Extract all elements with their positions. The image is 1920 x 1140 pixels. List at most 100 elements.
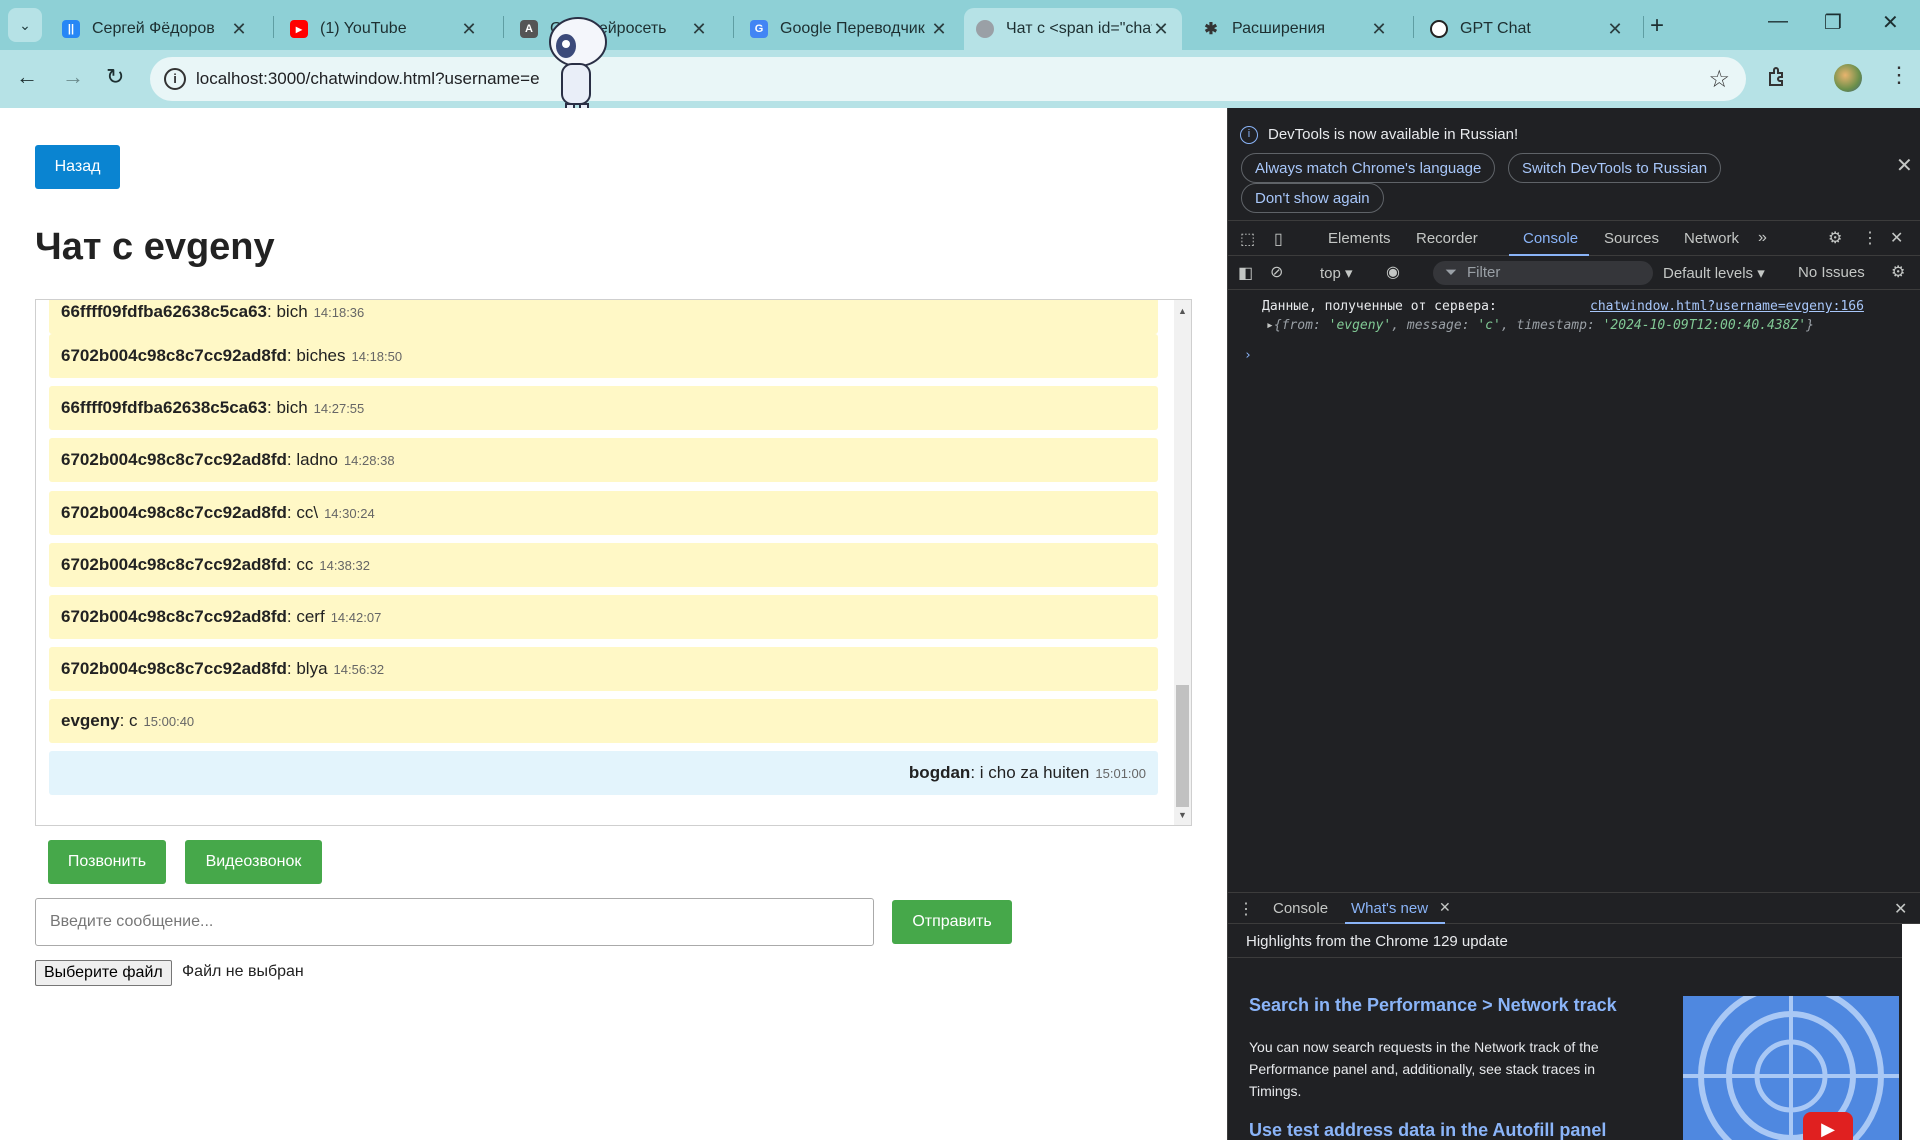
address-bar[interactable]: i localhost:3000/chatwindow.html?usernam… [150, 57, 1746, 101]
globe-icon [976, 20, 994, 38]
switch-russian-button[interactable]: Switch DevTools to Russian [1508, 153, 1722, 183]
close-icon[interactable]: ✕ [230, 19, 248, 40]
expand-arrow-icon[interactable]: ▸ [1266, 318, 1274, 333]
tab-google-translate[interactable]: G Google Переводчик ✕ [738, 8, 960, 50]
arrow-right-icon: → [62, 64, 84, 89]
message-text: : cerf [286, 607, 325, 626]
issues-counter[interactable]: No Issues [1798, 264, 1865, 281]
close-window-button[interactable]: ✕ [1882, 10, 1899, 35]
site-info-icon[interactable]: i [164, 68, 186, 90]
whats-new-video-thumbnail[interactable]: ▶ [1683, 996, 1899, 1140]
message-sender: 6702b004c98c8c7cc92ad8fd [61, 555, 287, 574]
scroll-down-icon[interactable]: ▼ [1178, 810, 1187, 820]
devtools-drawer-tabs: ⋮ Console What's new ✕ ✕ [1228, 892, 1920, 924]
close-icon[interactable]: ✕ [690, 19, 708, 40]
close-drawer-icon[interactable]: ✕ [1894, 899, 1907, 919]
new-tab-button[interactable]: + [1650, 12, 1664, 40]
message-item: 6702b004c98c8c7cc92ad8fd: cerf 14:42:07 [49, 595, 1158, 639]
tab-youtube[interactable]: ▶ (1) YouTube ✕ [278, 8, 490, 50]
tab-search-button[interactable]: ⌄ [8, 8, 42, 42]
close-icon[interactable]: ✕ [460, 19, 478, 40]
chat-messages[interactable]: 66ffff09fdfba62638c5ca63: bich 14:18:36 6… [35, 299, 1192, 826]
console-log-source[interactable]: chatwindow.html?username=evgeny:166 [1590, 299, 1864, 314]
tab-title: Расширения [1232, 20, 1326, 37]
obj-value: '2024-10-09T12:00:40.438Z' [1602, 318, 1807, 333]
video-call-button[interactable]: Видеозвонок [185, 840, 322, 884]
inspect-element-icon[interactable]: ⬚ [1240, 229, 1255, 249]
console-prompt-icon[interactable]: › [1244, 348, 1252, 363]
bookmark-star-icon[interactable]: ☆ [1708, 65, 1730, 94]
dont-show-again-button[interactable]: Don't show again [1241, 183, 1384, 213]
tab-gpt-chat[interactable]: GPT Chat ✕ [1418, 8, 1636, 50]
eye-icon[interactable]: ◉ [1386, 262, 1400, 282]
back-button[interactable]: Назад [35, 145, 120, 189]
reload-icon: ↻ [106, 64, 125, 89]
sidebar-toggle-icon[interactable]: ◧ [1238, 263, 1253, 283]
close-icon[interactable]: ✕ [1152, 19, 1170, 40]
drawer-menu-icon[interactable]: ⋮ [1238, 899, 1254, 919]
match-language-button[interactable]: Always match Chrome's language [1241, 153, 1496, 183]
message-item: 6702b004c98c8c7cc92ad8fd: ladno 14:28:38 [49, 438, 1158, 482]
forward-nav-button[interactable]: → [62, 64, 84, 90]
tab-elements[interactable]: Elements [1328, 230, 1391, 247]
tab-sources[interactable]: Sources [1604, 230, 1659, 247]
context-value: top [1320, 265, 1341, 282]
tab-network[interactable]: Network [1684, 230, 1739, 247]
close-devtools-icon[interactable]: ✕ [1890, 228, 1903, 248]
drawer-tab-whats-new[interactable]: What's new [1351, 900, 1428, 917]
choose-file-button[interactable]: Выберите файл [35, 960, 172, 986]
close-icon[interactable]: ✕ [1370, 19, 1388, 40]
call-button[interactable]: Позвонить [48, 840, 166, 884]
browser-menu-button[interactable]: ⋮ [1888, 62, 1910, 88]
more-tabs-icon[interactable]: » [1758, 229, 1767, 247]
chat-scrollbar[interactable]: ▲ ▼ [1174, 300, 1191, 825]
devtools-language-infobar: i DevTools is now available in Russian! … [1228, 108, 1920, 220]
drawer-tab-console[interactable]: Console [1273, 900, 1328, 917]
scrollbar-thumb[interactable] [1176, 685, 1189, 807]
close-tab-icon[interactable]: ✕ [1439, 899, 1451, 916]
log-levels-dropdown[interactable]: Default levels ▾ [1663, 264, 1765, 282]
console-log-object[interactable]: ▸{from: 'evgeny', message: 'c', timestam… [1266, 318, 1814, 333]
restore-button[interactable]: ❐ [1824, 10, 1842, 35]
message-text: : biches [286, 346, 346, 365]
tab-chat-active[interactable]: Чат с <span id="chat ✕ [964, 8, 1182, 50]
clear-console-icon[interactable]: ⊘ [1270, 262, 1283, 282]
extensions-icon[interactable] [1766, 65, 1790, 89]
back-nav-button[interactable]: ← [16, 64, 38, 90]
close-icon[interactable]: ✕ [1606, 19, 1624, 40]
play-video-icon[interactable]: ▶ [1803, 1112, 1853, 1140]
console-settings-icon[interactable]: ⚙ [1891, 262, 1905, 282]
close-icon[interactable]: ✕ [930, 19, 948, 40]
profile-avatar[interactable] [1834, 64, 1862, 92]
tab-vk[interactable]: || Сергей Фёдоров ✕ [50, 8, 260, 50]
google-translate-icon: G [750, 20, 768, 38]
tab-recorder[interactable]: Recorder [1416, 230, 1478, 247]
message-sender: evgeny [61, 711, 120, 730]
message-item: 6702b004c98c8c7cc92ad8fd: cc\ 14:30:24 [49, 491, 1158, 535]
message-input[interactable] [35, 898, 874, 946]
send-button[interactable]: Отправить [892, 900, 1012, 944]
message-time: 14:42:07 [330, 609, 382, 625]
minimize-button[interactable]: — [1768, 10, 1788, 33]
context-selector[interactable]: top ▾ [1320, 264, 1353, 282]
devtools-panel: i DevTools is now available in Russian! … [1227, 108, 1920, 1140]
message-time: 14:27:55 [313, 400, 365, 416]
chevron-down-icon: ⌄ [19, 16, 31, 33]
whats-new-scrollbar[interactable] [1902, 924, 1920, 1140]
message-sender: 6702b004c98c8c7cc92ad8fd [61, 607, 287, 626]
device-toolbar-icon[interactable]: ▯ [1274, 229, 1283, 249]
tab-extensions[interactable]: ✱ Расширения ✕ [1190, 8, 1400, 50]
file-status: Файл не выбран [182, 963, 304, 980]
close-infobar-icon[interactable]: ✕ [1896, 153, 1913, 178]
whats-new-heading[interactable]: Search in the Performance > Network trac… [1249, 995, 1617, 1016]
tab-console[interactable]: Console [1523, 230, 1578, 247]
reload-button[interactable]: ↻ [106, 64, 124, 90]
scroll-up-icon[interactable]: ▲ [1178, 306, 1187, 316]
tab-title: Чат с <span id="chat [1006, 20, 1152, 37]
gear-icon[interactable]: ⚙ [1828, 228, 1842, 248]
close-icon: ✕ [1882, 12, 1899, 34]
whats-new-heading[interactable]: Use test address data in the Autofill pa… [1249, 1120, 1606, 1140]
more-vert-icon[interactable]: ⋮ [1862, 228, 1878, 248]
console-filter-input[interactable]: ⏷ Filter [1433, 261, 1653, 285]
url-text[interactable]: localhost:3000/chatwindow.html?username=… [196, 69, 540, 89]
